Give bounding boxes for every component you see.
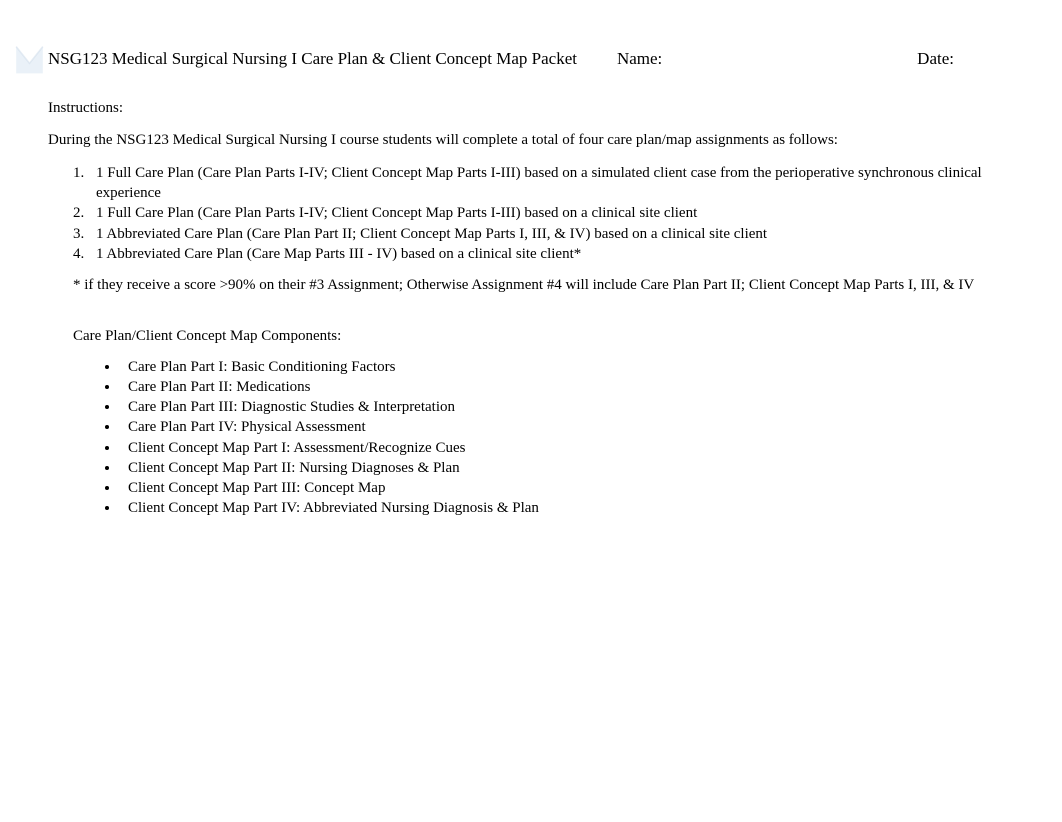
instructions-heading: Instructions: [48, 100, 1014, 117]
date-label: Date: [917, 49, 954, 69]
document-body: Instructions: During the NSG123 Medical … [48, 100, 1014, 519]
list-item: Care Plan Part IV: Physical Assessment [120, 417, 1014, 437]
list-item: 1 Abbreviated Care Plan (Care Plan Part … [88, 225, 1014, 245]
name-label: Name: [617, 49, 662, 69]
watermark-icon [12, 40, 47, 80]
list-item: 1 Abbreviated Care Plan (Care Map Parts … [88, 245, 1014, 265]
intro-text: During the NSG123 Medical Surgical Nursi… [48, 132, 1014, 149]
components-list: Care Plan Part I: Basic Conditioning Fac… [48, 357, 1014, 519]
list-item: Care Plan Part II: Medications [120, 377, 1014, 397]
document-header: NSG123 Medical Surgical Nursing I Care P… [48, 49, 1014, 69]
list-item: 1 Full Care Plan (Care Plan Parts I-IV; … [88, 204, 1014, 224]
list-item: Client Concept Map Part I: Assessment/Re… [120, 438, 1014, 458]
list-item: 1 Full Care Plan (Care Plan Parts I-IV; … [88, 164, 1014, 203]
footnote-text: * if they receive a score >90% on their … [48, 277, 1014, 294]
list-item: Client Concept Map Part IV: Abbreviated … [120, 498, 1014, 518]
document-title: NSG123 Medical Surgical Nursing I Care P… [48, 49, 577, 69]
list-item: Client Concept Map Part III: Concept Map [120, 478, 1014, 498]
list-item: Client Concept Map Part II: Nursing Diag… [120, 458, 1014, 478]
components-heading: Care Plan/Client Concept Map Components: [48, 328, 1014, 345]
list-item: Care Plan Part III: Diagnostic Studies &… [120, 397, 1014, 417]
list-item: Care Plan Part I: Basic Conditioning Fac… [120, 357, 1014, 377]
assignments-list: 1 Full Care Plan (Care Plan Parts I-IV; … [48, 164, 1014, 265]
